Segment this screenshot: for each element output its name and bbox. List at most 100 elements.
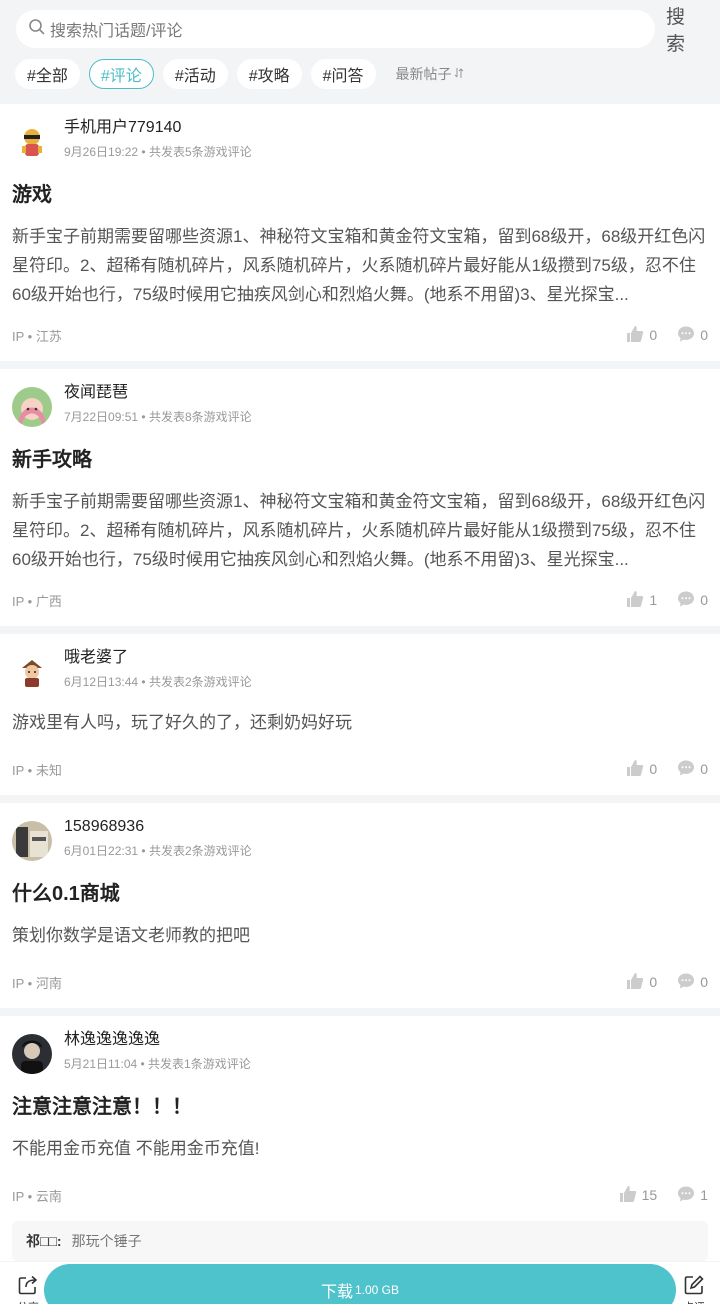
post-card[interactable]: 手机用户779140 9月26日19:22 • 共发表5条游戏评论 游戏 新手宝… [0,104,720,361]
review-count: 共发表8条游戏评论 [148,410,252,424]
user-name[interactable]: 林逸逸逸逸逸 [64,1030,251,1050]
user-name[interactable]: 158968936 [64,817,252,837]
post-header: 林逸逸逸逸逸 5月21日11:04 • 共发表1条游戏评论 [12,1030,708,1076]
post-card[interactable]: 夜闻琵琶 7月22日09:51 • 共发表8条游戏评论 新手攻略 新手宝子前期需… [0,369,720,626]
tag-filter-row: #全部 #评论 #活动 #攻略 #问答 最新帖子 [0,48,720,89]
avatar[interactable] [12,1034,52,1074]
user-meta: 林逸逸逸逸逸 5月21日11:04 • 共发表1条游戏评论 [64,1030,251,1076]
thumbs-up-icon [626,590,649,611]
post-body: 策划你数学是语文老师教的把吧 [12,926,250,945]
post-date: 9月26日19:22 [64,145,139,159]
post-header: 158968936 6月01日22:31 • 共发表2条游戏评论 [12,817,708,863]
post-meta: 9月26日19:22 • 共发表5条游戏评论 [64,145,252,159]
post-header: 哦老婆了 6月12日13:44 • 共发表2条游戏评论 [12,648,708,694]
review-count: 共发表5条游戏评论 [148,145,252,159]
like-count: 15 [641,1187,658,1203]
post-card[interactable]: 哦老婆了 6月12日13:44 • 共发表2条游戏评论 游戏里有人吗，玩了好久的… [0,634,720,795]
search-button[interactable]: 搜索 [666,2,704,56]
share-icon [17,1275,39,1299]
user-meta: 158968936 6月01日22:31 • 共发表2条游戏评论 [64,817,252,863]
like-count: 1 [649,592,658,608]
user-name[interactable]: 哦老婆了 [64,648,252,668]
thumbs-up-icon [626,972,649,993]
search-input[interactable]: 搜索热门话题/评论 [16,10,656,48]
thumbs-up-icon [619,1185,642,1206]
post-meta: 6月12日13:44 • 共发表2条游戏评论 [64,675,252,689]
comment-button[interactable]: 0 [677,972,708,993]
comment-bubble-icon [677,590,700,611]
search-placeholder: 搜索热门话题/评论 [50,23,183,40]
post-body: 游戏里有人吗，玩了好久的了，还剩奶妈好玩 [12,713,352,732]
comment-button[interactable]: 0 [677,590,708,611]
edit-icon [683,1275,705,1299]
thumbs-up-icon [626,759,649,780]
sort-label: 最新帖子 [395,66,452,82]
tag-all[interactable]: #全部 [15,59,80,89]
tag-guides[interactable]: #攻略 [236,59,302,89]
post-stats: 0 0 [606,972,708,993]
post-card[interactable]: 林逸逸逸逸逸 5月21日11:04 • 共发表1条游戏评论 注意注意注意！！！ … [0,1016,720,1261]
tag-qa[interactable]: #问答 [310,59,376,89]
user-meta: 手机用户779140 9月26日19:22 • 共发表5条游戏评论 [64,118,252,164]
comment-count: 0 [700,327,708,343]
ip-location: IP • 云南 [12,1188,62,1204]
share-button[interactable]: 分享 [14,1274,42,1304]
review-count: 共发表1条游戏评论 [148,1057,251,1071]
like-button[interactable]: 0 [626,972,657,993]
post-title: 什么0.1商城 [12,883,120,905]
reply-author: 祁□□: [26,1233,62,1249]
post-footer: IP • 河南 0 0 [12,956,708,1008]
avatar[interactable] [12,652,52,692]
avatar[interactable] [12,122,52,162]
like-count: 0 [649,761,658,777]
review-count: 共发表2条游戏评论 [148,844,252,858]
user-meta: 夜闻琵琶 7月22日09:51 • 共发表8条游戏评论 [64,383,252,429]
thumbs-up-icon [626,325,649,346]
comment-count: 0 [700,592,708,608]
comment-button[interactable]: 0 [677,325,708,346]
post-footer: IP • 未知 0 0 [12,743,708,795]
sort-arrows-icon [452,66,464,82]
post-header: 手机用户779140 9月26日19:22 • 共发表5条游戏评论 [12,118,708,164]
post-header: 夜闻琵琶 7月22日09:51 • 共发表8条游戏评论 [12,383,708,429]
avatar[interactable] [12,387,52,427]
comment-button[interactable]: 0 [677,759,708,780]
download-button[interactable]: 下载 1.00 GB [44,1264,676,1304]
sort-dropdown[interactable]: 最新帖子 [396,64,464,84]
like-count: 0 [649,974,658,990]
reply-preview[interactable]: 祁□□: 那玩个锤子 [12,1221,708,1261]
post-date: 6月12日13:44 [64,675,139,689]
ip-location: IP • 江苏 [12,328,62,344]
avatar[interactable] [12,821,52,861]
comment-bubble-icon [677,759,700,780]
post-title: 注意注意注意！！！ [12,1096,192,1118]
post-body: 新手宝子前期需要留哪些资源1、神秘符文宝箱和黄金符文宝箱，留到68级开，68级开… [12,492,706,569]
ip-location: IP • 未知 [12,762,62,778]
comment-bubble-icon [677,325,700,346]
tag-events[interactable]: #活动 [162,59,228,89]
write-review-button[interactable]: 点评 [680,1274,708,1304]
search-row: 搜索热门话题/评论 搜索 [0,7,720,55]
comment-count: 0 [700,761,708,777]
review-label: 点评 [680,1299,708,1304]
post-footer: IP • 云南 15 1 [12,1169,708,1221]
like-button[interactable]: 0 [626,759,657,780]
comment-button[interactable]: 1 [677,1185,708,1206]
post-card[interactable]: 158968936 6月01日22:31 • 共发表2条游戏评论 什么0.1商城… [0,803,720,1008]
post-stats: 0 0 [606,759,708,780]
user-name[interactable]: 手机用户779140 [64,118,252,138]
post-stats: 1 0 [606,590,708,611]
like-button[interactable]: 0 [626,325,657,346]
post-meta: 6月01日22:31 • 共发表2条游戏评论 [64,844,252,858]
reply-text: 那玩个锤子 [71,1233,142,1249]
tag-reviews[interactable]: #评论 [88,59,154,89]
post-body: 不能用金币充值 不能用金币充值! [12,1139,260,1158]
download-size: 1.00 GB [354,1283,400,1297]
post-date: 6月01日22:31 [64,844,139,858]
like-button[interactable]: 1 [626,590,657,611]
like-button[interactable]: 15 [619,1185,658,1206]
top-area: 搜索热门话题/评论 搜索 #全部 #评论 #活动 #攻略 #问答 最新帖子 [0,0,720,104]
user-name[interactable]: 夜闻琵琶 [64,383,252,403]
search-icon [28,18,46,41]
post-date: 7月22日09:51 [64,410,139,424]
